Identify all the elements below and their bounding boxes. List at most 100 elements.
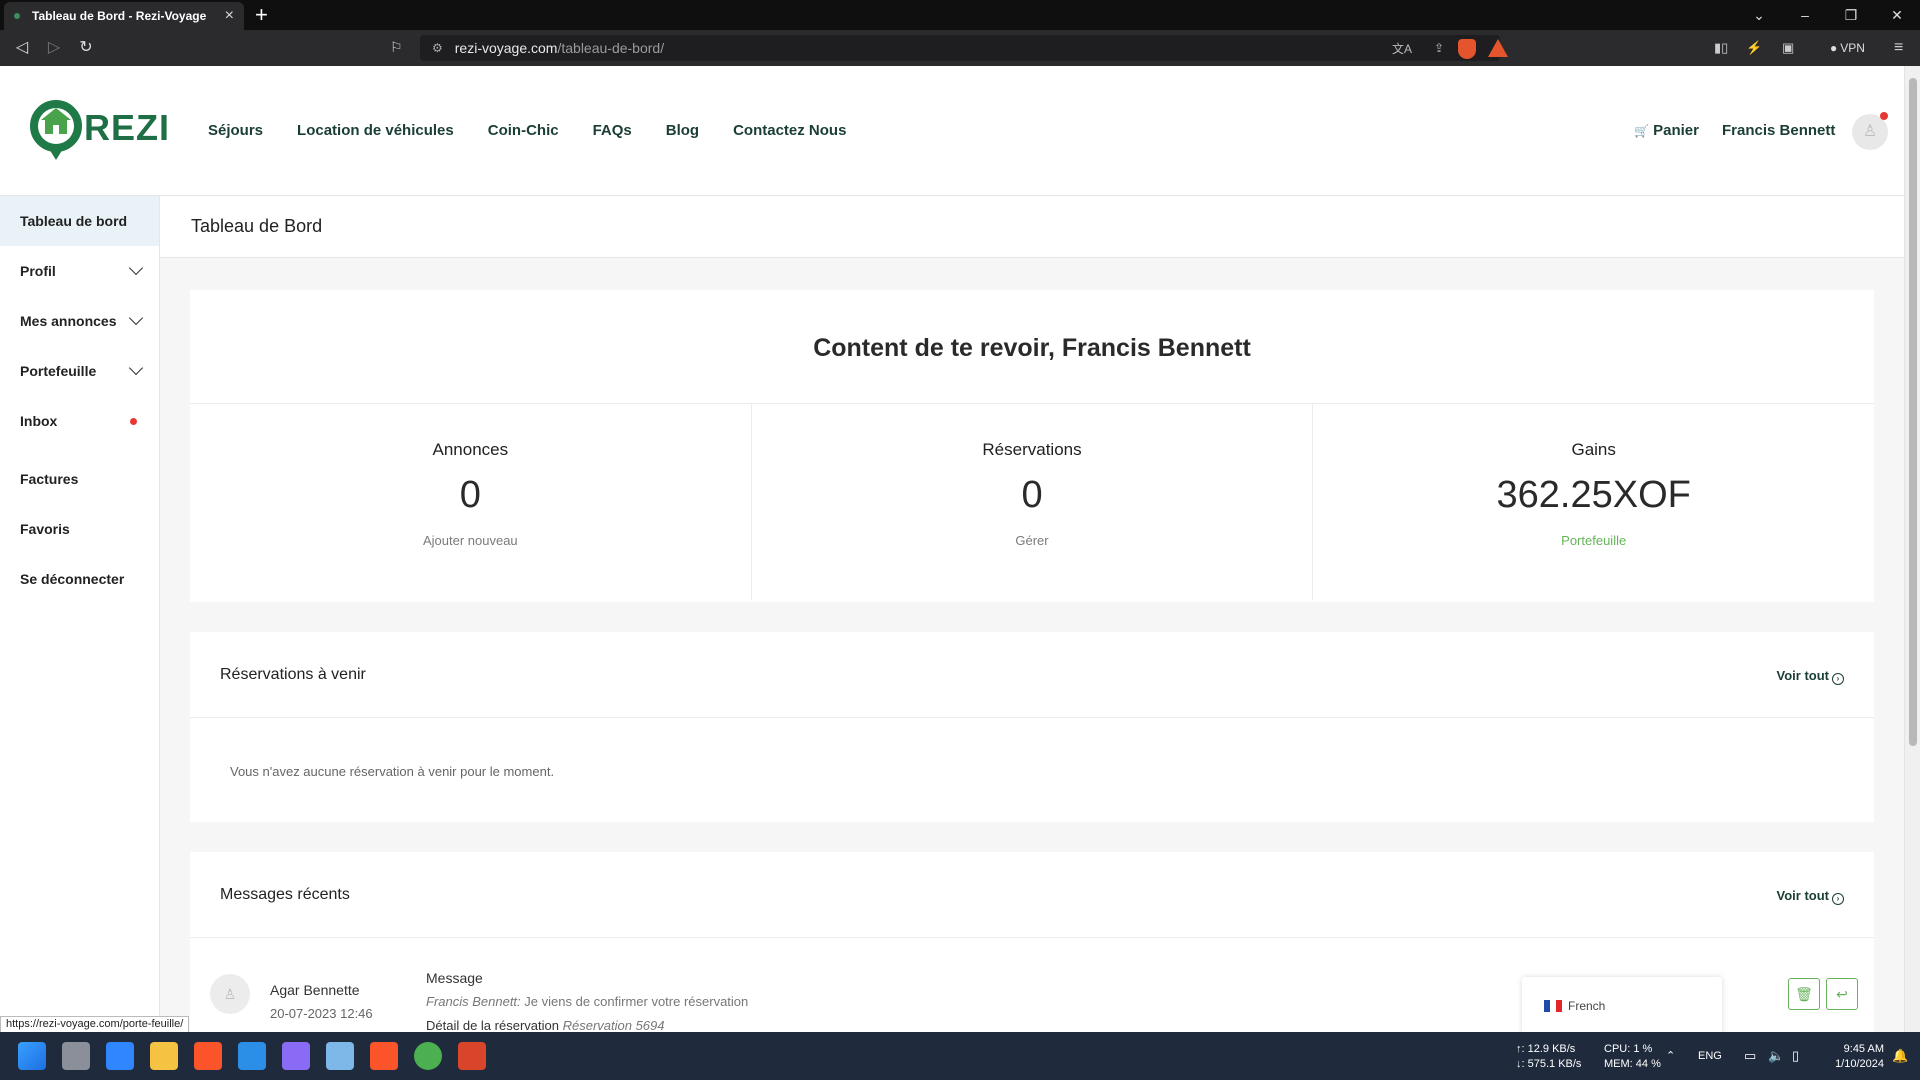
brave-browser-icon[interactable] [194, 1042, 222, 1070]
nav-contact[interactable]: Contactez Nous [733, 122, 846, 139]
windows-start-icon[interactable] [18, 1042, 46, 1070]
brave-shields-icon[interactable] [1458, 39, 1476, 62]
sidebar-item-profil[interactable]: Profil [0, 246, 159, 296]
sidebar-item-inbox[interactable]: Inbox [0, 396, 159, 446]
content-header: Tableau de Bord [160, 196, 1904, 258]
scrollbar-thumb[interactable] [1909, 78, 1917, 746]
sidebar-item-portefeuille[interactable]: Portefeuille [0, 346, 159, 396]
user-icon: ♙ [223, 986, 237, 1002]
brave-rewards-icon[interactable] [1488, 39, 1508, 60]
menu-icon[interactable]: ≡ [1894, 30, 1903, 66]
url-path: /tableau-de-bord/ [557, 40, 665, 56]
utorrent-icon[interactable] [414, 1042, 442, 1070]
new-tab-button[interactable]: + [255, 2, 268, 28]
sidebar-item-mes-annonces[interactable]: Mes annonces [0, 296, 159, 346]
wallet-link[interactable]: Portefeuille [1313, 533, 1874, 548]
message-preview: Francis Bennett: Je viens de confirmer v… [426, 994, 748, 1009]
user-name[interactable]: Francis Bennett [1722, 122, 1835, 139]
url-host: rezi-voyage.com [454, 40, 558, 56]
vpn-button[interactable]: ● VPN [1830, 30, 1865, 66]
net-down: ↓: 575.1 KB/s [1516, 1058, 1582, 1070]
volume-icon[interactable]: 🔈 [1768, 1048, 1784, 1063]
cart-link[interactable]: 🛒 Panier [1634, 122, 1699, 139]
site-settings-icon[interactable]: ⚙ [432, 41, 443, 55]
network-icon[interactable]: ▭ [1744, 1048, 1756, 1063]
brave-nightly-icon[interactable] [458, 1042, 486, 1070]
back-button[interactable]: ◁ [8, 30, 36, 66]
tab-close-icon[interactable]: × [225, 7, 234, 25]
sidebar-toggle-icon[interactable]: ▮▯ [1714, 30, 1728, 66]
card-header: Messages récents Voir tout › [190, 852, 1874, 938]
stat-value: 0 [1021, 474, 1043, 516]
user-icon: ♙ [1862, 123, 1878, 140]
wallet-icon[interactable]: ▣ [1782, 30, 1794, 66]
message-body: Je viens de confirmer votre réservation [524, 994, 749, 1009]
network-speed: ↑: 12.9 KB/s ↓: 575.1 KB/s [1516, 1042, 1581, 1072]
language-switcher[interactable]: French [1522, 977, 1722, 1035]
stat-gains: Gains 362.25XOF Portefeuille [1313, 404, 1874, 600]
browser-tab-strip: Tableau de Bord - Rezi-Voyage × + ⌄ – ❐ … [0, 0, 1920, 30]
monitor-app-icon[interactable] [326, 1042, 354, 1070]
tab-search-chevron-icon[interactable]: ⌄ [1736, 0, 1782, 30]
restore-button[interactable]: ❐ [1828, 0, 1874, 30]
key-app-icon[interactable] [106, 1042, 134, 1070]
net-up: ↑: 12.9 KB/s [1516, 1043, 1576, 1055]
brave-beta-icon[interactable] [370, 1042, 398, 1070]
sidebar-item-factures[interactable]: Factures [0, 454, 159, 504]
sidebar-item-label: Tableau de bord [20, 213, 128, 229]
forward-button[interactable]: ▷ [40, 30, 68, 66]
delete-message-button[interactable]: 🗑 [1788, 978, 1820, 1010]
close-window-button[interactable]: ✕ [1874, 0, 1920, 30]
address-bar[interactable]: ⚙ rezi-voyage.com/tableau-de-bord/ 文A ⇪ [420, 35, 1508, 62]
battery-icon[interactable]: ▯ [1792, 1048, 1799, 1063]
upcoming-reservations-card: Réservations à venir Voir tout › Vous n'a… [190, 632, 1874, 822]
trash-icon: 🗑 [1795, 986, 1813, 1002]
share-icon[interactable]: ⇪ [1434, 41, 1444, 55]
notification-bell-icon[interactable]: 🔔 [1892, 1048, 1908, 1063]
language-label: French [1568, 999, 1606, 1013]
nav-sejours[interactable]: Séjours [208, 122, 263, 139]
minimize-button[interactable]: – [1782, 0, 1828, 30]
nav-coin-chic[interactable]: Coin-Chic [488, 122, 559, 139]
nav-faqs[interactable]: FAQs [593, 122, 632, 139]
sidebar-item-label: Inbox [20, 413, 58, 429]
site-logo[interactable]: REZI [30, 100, 170, 162]
sidebar-item-label: Favoris [20, 521, 70, 537]
translate-icon[interactable]: 文A [1392, 40, 1412, 57]
stats-row: Annonces 0 Ajouter nouveau Réservations … [190, 404, 1874, 600]
clock[interactable]: 9:45 AM 1/10/2024 [1824, 1042, 1884, 1072]
view-all-link[interactable]: Voir tout › [1777, 888, 1844, 905]
site-header: REZI Séjours Location de véhicules Coin-… [0, 66, 1904, 196]
app-icon[interactable] [282, 1042, 310, 1070]
reply-message-button[interactable]: ↩ [1826, 978, 1858, 1010]
nav-blog[interactable]: Blog [666, 122, 699, 139]
welcome-heading: Content de te revoir, Francis Bennett [190, 290, 1874, 404]
task-view-icon[interactable] [62, 1042, 90, 1070]
sidebar-item-favoris[interactable]: Favoris [0, 504, 159, 554]
add-listing-link[interactable]: Ajouter nouveau [190, 533, 751, 548]
vscode-icon[interactable] [238, 1042, 266, 1070]
card-title: Messages récents [220, 886, 350, 903]
nav-location-vehicules[interactable]: Location de véhicules [297, 122, 454, 139]
view-all-link[interactable]: Voir tout › [1777, 668, 1844, 685]
clock-date: 1/10/2024 [1835, 1058, 1884, 1070]
file-explorer-icon[interactable] [150, 1042, 178, 1070]
detail-label: Détail de la réservation [426, 1018, 559, 1032]
manage-reservations-link[interactable]: Gérer [752, 533, 1313, 548]
input-language[interactable]: ENG [1698, 1049, 1722, 1064]
reload-button[interactable]: ↻ [72, 30, 100, 66]
message-date: 20-07-2023 12:46 [270, 1006, 373, 1021]
logo-text: REZI [84, 107, 171, 148]
bookmark-icon[interactable]: ⚐ [390, 39, 403, 56]
sidebar-item-logout[interactable]: Se déconnecter [0, 554, 159, 604]
browser-tab-active[interactable]: Tableau de Bord - Rezi-Voyage × [4, 2, 244, 30]
sidebar-item-tableau-de-bord[interactable]: Tableau de bord [0, 196, 159, 246]
page-scrollbar[interactable] [1904, 66, 1920, 1032]
extension-icon[interactable]: ⚡ [1746, 30, 1762, 66]
empty-message: Vous n'avez aucune réservation à venir p… [230, 764, 555, 779]
vpn-label: VPN [1840, 41, 1865, 55]
stat-label: Réservations [982, 440, 1082, 459]
tray-chevron-icon[interactable]: ⌃ [1666, 1049, 1675, 1064]
message-heading: Message [426, 970, 483, 986]
reservation-link[interactable]: Réservation 5694 [563, 1018, 665, 1032]
